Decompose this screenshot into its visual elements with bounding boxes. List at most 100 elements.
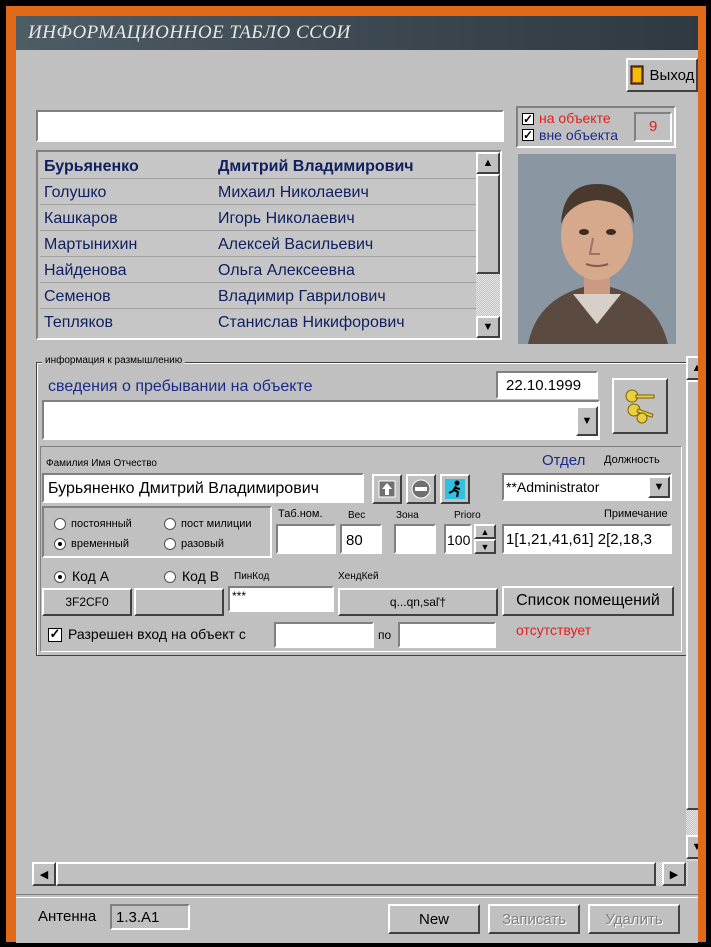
radio-permanent[interactable] xyxy=(54,518,66,530)
code-b-button[interactable] xyxy=(134,588,224,616)
run-button[interactable] xyxy=(440,474,470,504)
code-b-label: Код В xyxy=(182,568,220,584)
weight-field[interactable]: 80 xyxy=(340,524,382,554)
count-box: 9 xyxy=(634,112,672,142)
note-value: 1[1,21,41,61] 2[2,18,3 xyxy=(506,531,652,548)
remove-photo-button[interactable] xyxy=(406,474,436,504)
minus-circle-icon xyxy=(411,479,431,499)
zone-label: Зона xyxy=(396,510,419,521)
code-a-value: 3F2CF0 xyxy=(65,595,109,609)
search-input[interactable] xyxy=(36,110,504,142)
count-value: 9 xyxy=(649,118,658,135)
pin-value: *** xyxy=(232,589,247,603)
priority-stepper[interactable]: ▲ ▼ xyxy=(474,524,496,554)
chevron-down-icon[interactable]: ▼ xyxy=(576,406,598,436)
radio-code-a[interactable] xyxy=(54,571,66,583)
scroll-up-icon[interactable]: ▲ xyxy=(686,356,698,380)
list-item-lastname: Мартынихин xyxy=(44,236,138,253)
scroll-right-icon[interactable]: ▶ xyxy=(662,862,686,886)
radio-onetime[interactable] xyxy=(164,538,176,550)
stepper-up-icon[interactable]: ▲ xyxy=(474,524,496,539)
window-title: ИНФОРМАЦИОННОЕ ТАБЛО ССОИ xyxy=(28,22,351,43)
allowed-entry-checkbox[interactable]: ✓ xyxy=(48,627,62,642)
priority-field[interactable]: 100 xyxy=(444,524,472,554)
fio-value: Бурьяненко Дмитрий Владимирович xyxy=(48,480,319,497)
date-field[interactable]: 22.10.1999 xyxy=(496,371,598,399)
absence-status: отсутствует xyxy=(516,622,592,638)
allowed-entry-label: Разрешен вход на объект с xyxy=(68,626,246,642)
code-a-label: Код А xyxy=(72,568,110,584)
list-item[interactable]: Бурьяненко Дмитрий Владимирович xyxy=(40,154,476,179)
list-item-name: Алексей Васильевич xyxy=(218,236,374,253)
on-site-label: на объекте xyxy=(539,110,611,126)
scroll-left-icon[interactable]: ◀ xyxy=(32,862,56,886)
main-horizontal-scrollbar[interactable]: ◀ ▶ xyxy=(32,862,688,886)
fio-label: Фамилия Имя Отчество xyxy=(46,458,157,469)
pin-label: ПинКод xyxy=(234,571,270,582)
list-item[interactable]: Найденова Ольга Алексеевна xyxy=(40,258,476,283)
zone-field[interactable] xyxy=(394,524,436,554)
fio-field[interactable]: Бурьяненко Дмитрий Владимирович xyxy=(42,473,364,503)
radio-temporary-label: временный xyxy=(71,538,129,550)
app-window: ИНФОРМАЦИОННОЕ ТАБЛО ССОИ Выход ✓ на объ… xyxy=(16,16,698,943)
list-item-name: Игорь Николаевич xyxy=(218,210,355,227)
list-item[interactable]: Тепляков Станислав Никифорович xyxy=(40,310,476,335)
off-site-checkbox[interactable]: ✓ xyxy=(522,129,534,141)
radio-onetime-label: разовый xyxy=(181,538,225,550)
weight-label: Вес xyxy=(348,510,366,521)
people-list[interactable]: Бурьяненко Дмитрий Владимирович Голушко … xyxy=(36,150,502,340)
weight-value: 80 xyxy=(346,532,363,549)
code-a-button[interactable]: 3F2CF0 xyxy=(42,588,132,616)
keys-button[interactable] xyxy=(612,378,668,434)
exit-label: Выход xyxy=(649,66,695,84)
list-item[interactable]: Голушко Михаил Николаевич xyxy=(40,180,476,205)
list-scrollbar[interactable]: ▲ ▼ xyxy=(476,152,500,338)
allowed-to-field[interactable] xyxy=(398,622,496,648)
list-item[interactable]: Кашкаров Игорь Николаевич xyxy=(40,206,476,231)
note-field[interactable]: 1[1,21,41,61] 2[2,18,3 xyxy=(502,524,672,554)
save-button[interactable]: Записать xyxy=(488,904,580,934)
scroll-up-icon[interactable]: ▲ xyxy=(476,152,500,174)
list-item[interactable]: Семенов Владимир Гаврилович xyxy=(40,284,476,309)
list-item-name: Ольга Алексеевна xyxy=(218,262,355,279)
off-site-label: вне объекта xyxy=(539,127,619,143)
upload-photo-button[interactable] xyxy=(372,474,402,504)
horizontal-scroll-thumb[interactable] xyxy=(56,862,656,886)
stepper-down-icon[interactable]: ▼ xyxy=(474,539,496,554)
list-scroll-thumb[interactable] xyxy=(476,174,500,274)
stay-label: сведения о пребывании на объекте xyxy=(48,378,313,395)
title-bar: ИНФОРМАЦИОННОЕ ТАБЛО ССОИ xyxy=(16,16,698,50)
main-scroll-thumb[interactable] xyxy=(686,380,698,810)
person-photo-image xyxy=(518,154,676,344)
list-item-name: Владимир Гаврилович xyxy=(218,288,386,305)
on-site-checkbox[interactable]: ✓ xyxy=(522,113,534,125)
pin-field[interactable]: *** xyxy=(228,586,334,612)
door-icon xyxy=(630,65,644,85)
scroll-down-icon[interactable]: ▼ xyxy=(476,316,500,338)
list-item-lastname: Тепляков xyxy=(44,314,114,331)
radio-temporary[interactable] xyxy=(54,538,66,550)
scroll-down-icon[interactable]: ▼ xyxy=(686,835,698,859)
exit-button[interactable]: Выход xyxy=(626,58,698,92)
radio-police[interactable] xyxy=(164,518,176,530)
dept-label: Отдел xyxy=(542,452,586,469)
radio-code-b[interactable] xyxy=(164,571,176,583)
dept-dropdown[interactable]: **Administrator ▼ xyxy=(502,473,672,501)
new-button[interactable]: New xyxy=(388,904,480,934)
tab-number-field[interactable] xyxy=(276,524,336,554)
handkey-button[interactable]: q...qn,saľ† xyxy=(338,588,498,616)
delete-button[interactable]: Удалить xyxy=(588,904,680,934)
allowed-from-field[interactable] xyxy=(274,622,374,648)
list-item-name: Михаил Николаевич xyxy=(218,184,369,201)
chevron-down-icon[interactable]: ▼ xyxy=(648,476,670,498)
save-button-label: Записать xyxy=(501,910,567,928)
stay-dropdown[interactable]: ▼ xyxy=(42,400,600,440)
list-item-lastname: Семенов xyxy=(44,288,111,305)
list-item[interactable]: Мартынихин Алексей Васильевич xyxy=(40,232,476,257)
running-man-icon xyxy=(445,479,465,499)
priority-value: 100 xyxy=(447,532,471,548)
main-vertical-scrollbar[interactable]: ▲ ▼ xyxy=(686,356,698,861)
footer-divider xyxy=(16,894,698,898)
list-item-name: Станислав Никифорович xyxy=(218,314,405,331)
rooms-list-button[interactable]: Список помещений xyxy=(502,586,674,616)
